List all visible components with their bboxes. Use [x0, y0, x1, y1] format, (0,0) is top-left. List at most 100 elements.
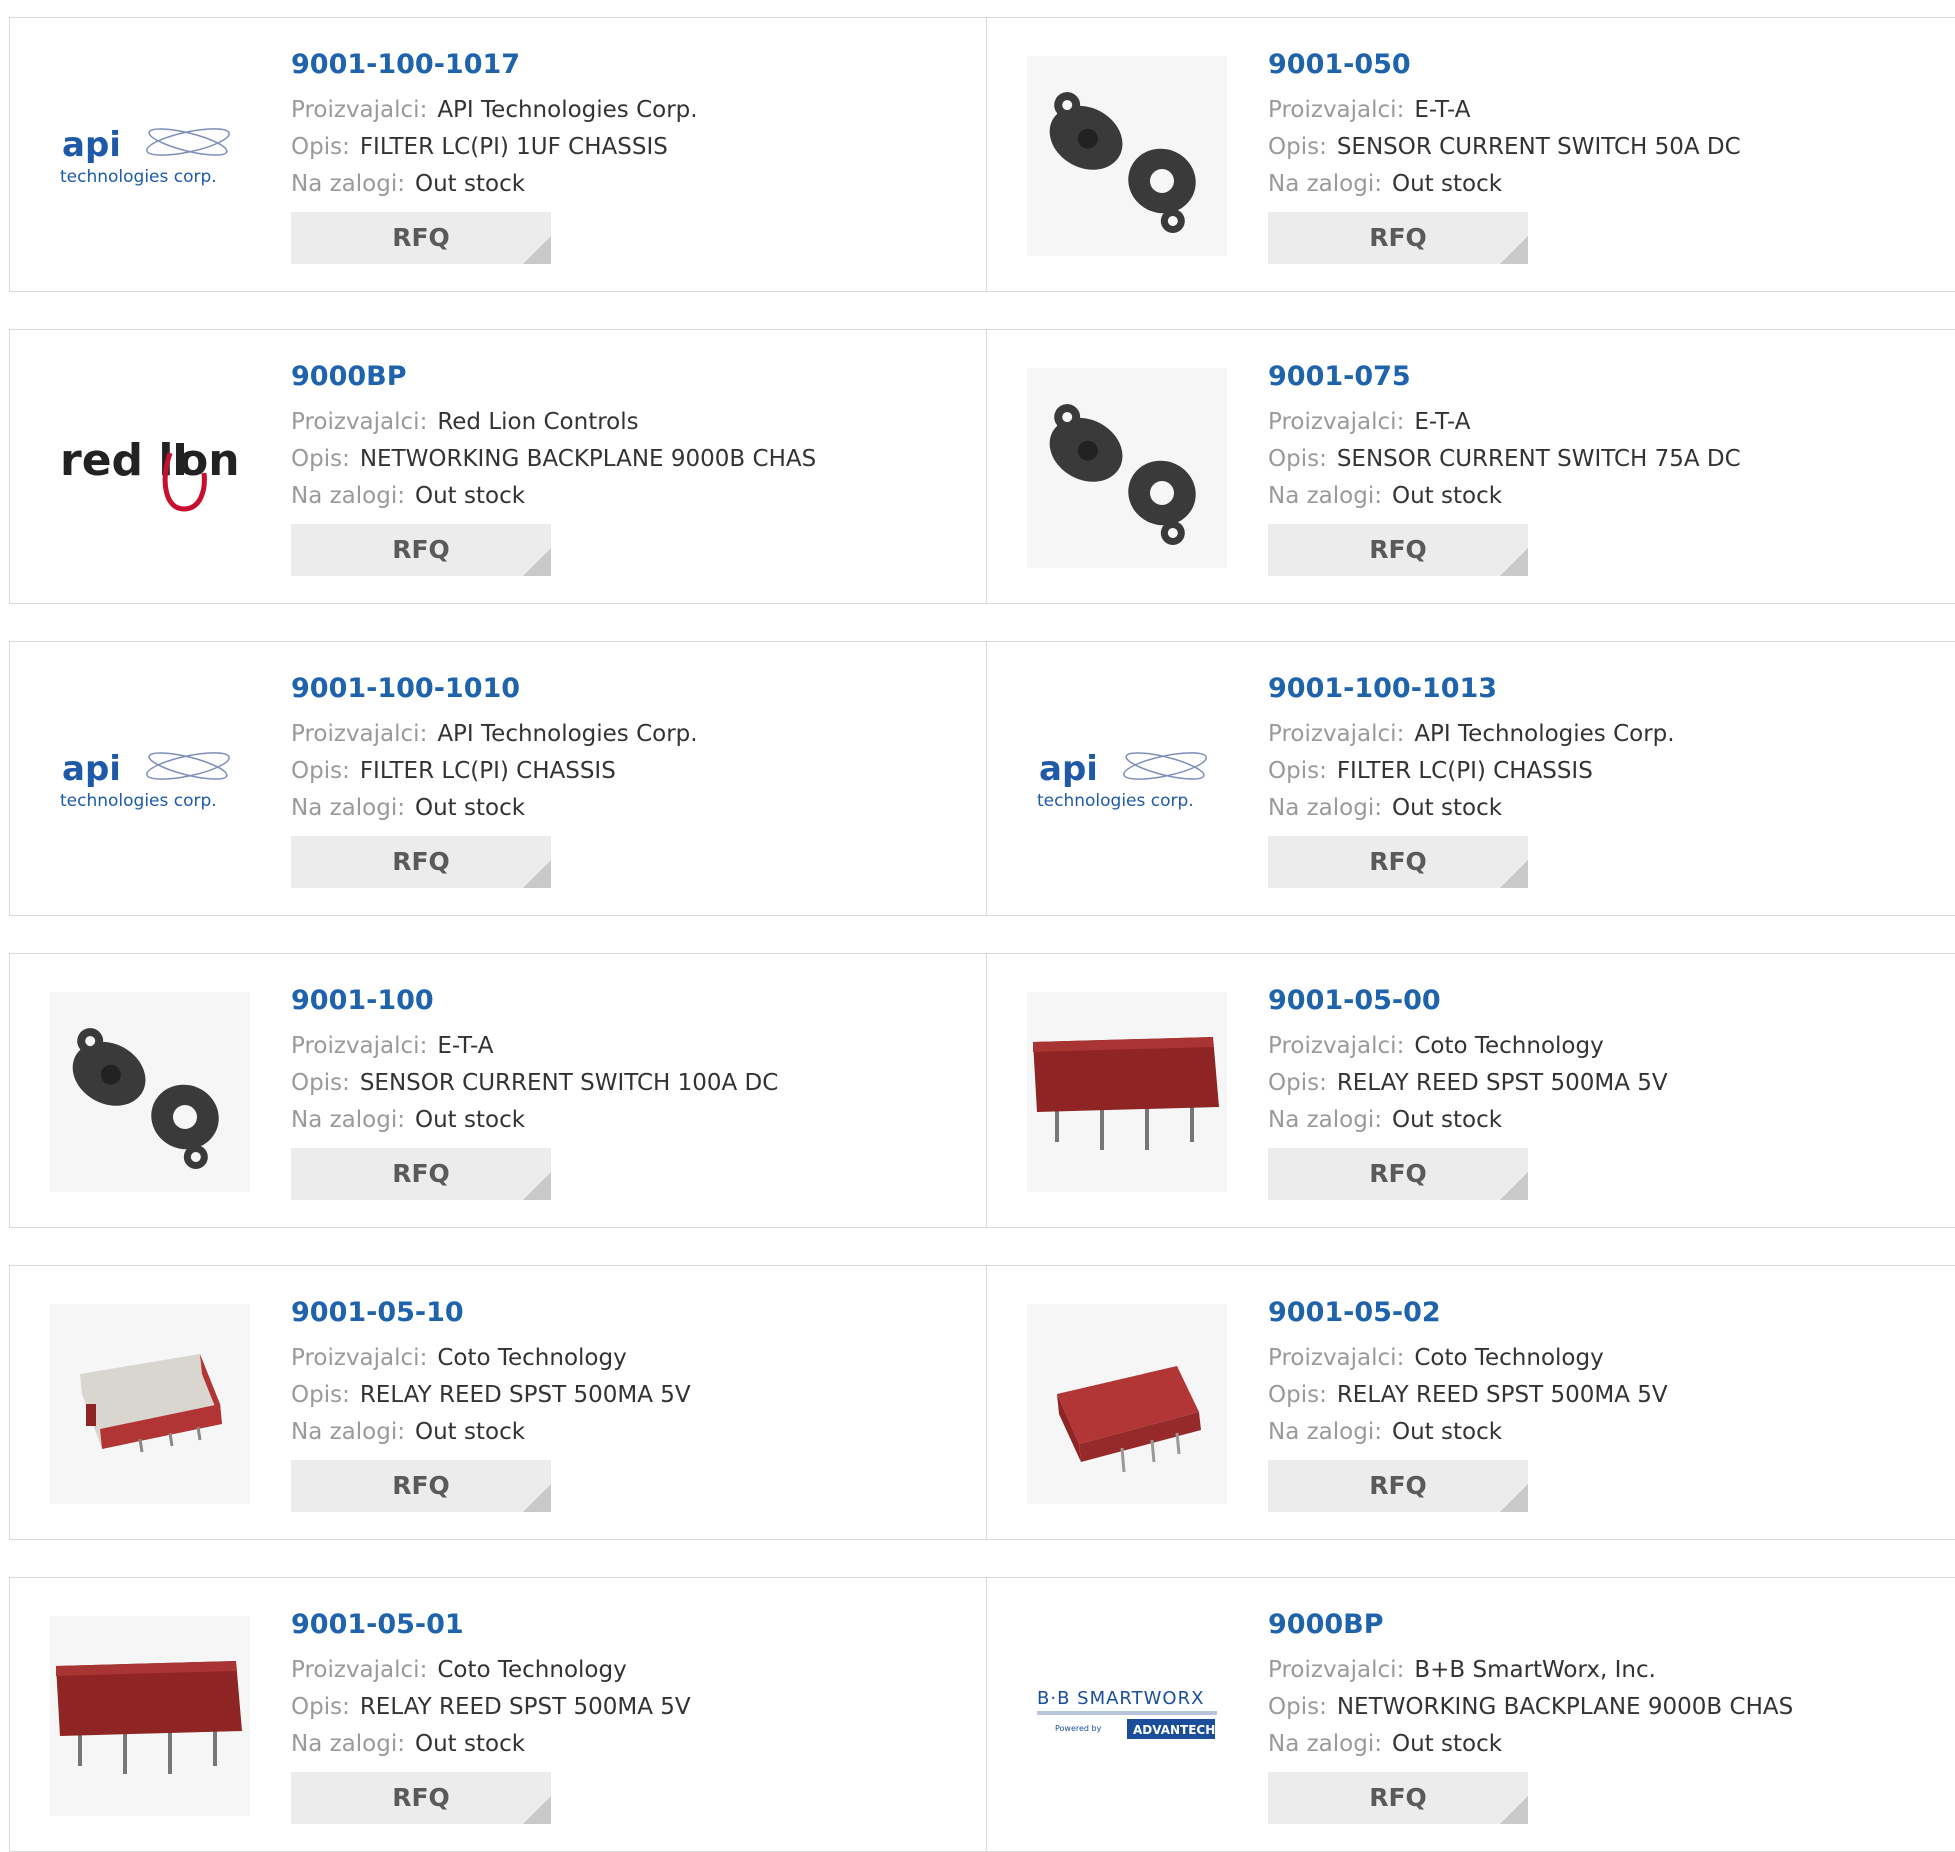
product-info: 9001-05-02 Proizvajalci: Coto Technology …: [1268, 1296, 1928, 1512]
part-number-link[interactable]: 9001-05-10: [291, 1296, 951, 1340]
reed-relay-side-photo[interactable]: [1027, 992, 1227, 1192]
description-value: RELAY REED SPST 500MA 5V: [1336, 1382, 1668, 1408]
stock-label: Na zalogi:: [291, 483, 405, 509]
description-label: Opis:: [1268, 1070, 1327, 1096]
rfq-button[interactable]: RFQ: [1268, 1772, 1528, 1824]
rfq-button[interactable]: RFQ: [291, 212, 551, 264]
stock-label: Na zalogi:: [1268, 1419, 1382, 1445]
product-row: api technologies corp. 9001-100-1017 Pro…: [9, 17, 1955, 292]
manufacturer-value: E-T-A: [1414, 409, 1471, 435]
rfq-button[interactable]: RFQ: [1268, 524, 1528, 576]
manufacturer-label: Proizvajalci:: [291, 97, 428, 123]
stock-line: Na zalogi: Out stock: [1268, 1414, 1928, 1451]
rfq-button-label: RFQ: [1369, 847, 1427, 876]
part-number-link[interactable]: 9000BP: [291, 360, 951, 404]
corner-triangle-icon: [1500, 860, 1528, 888]
rfq-button[interactable]: RFQ: [291, 524, 551, 576]
api-logo-subtitle: technologies corp.: [60, 791, 217, 811]
rfq-button-label: RFQ: [1369, 223, 1427, 252]
description-value: RELAY REED SPST 500MA 5V: [1336, 1070, 1668, 1096]
manufacturer-value: E-T-A: [1414, 97, 1471, 123]
rfq-button[interactable]: RFQ: [291, 1148, 551, 1200]
stock-line: Na zalogi: Out stock: [291, 790, 951, 827]
stock-label: Na zalogi:: [1268, 1731, 1382, 1757]
product-card: 9001-05-01 Proizvajalci: Coto Technology …: [9, 1578, 986, 1851]
product-info: 9001-100 Proizvajalci: E-T-A Opis: SENSOR …: [291, 984, 951, 1200]
manufacturer-label: Proizvajalci:: [1268, 97, 1405, 123]
part-number-link[interactable]: 9001-100-1013: [1268, 672, 1928, 716]
stock-line: Na zalogi: Out stock: [1268, 478, 1928, 515]
stock-value: Out stock: [414, 483, 526, 509]
reed-relay-side-photo[interactable]: [50, 1616, 250, 1816]
stock-value: Out stock: [1391, 1107, 1503, 1133]
product-card: 9001-075 Proizvajalci: E-T-A Opis: SENSOR …: [986, 330, 1955, 603]
product-info: 9001-100-1013 Proizvajalci: API Technolog…: [1268, 672, 1928, 888]
rfq-button[interactable]: RFQ: [1268, 212, 1528, 264]
manufacturer-line: Proizvajalci: API Technologies Corp.: [1268, 716, 1928, 753]
product-card: 9001-05-02 Proizvajalci: Coto Technology …: [986, 1266, 1955, 1539]
current-sensor-photo[interactable]: [1027, 368, 1227, 568]
stock-value: Out stock: [1391, 171, 1503, 197]
stock-label: Na zalogi:: [1268, 483, 1382, 509]
reed-relay-grey-photo[interactable]: [50, 1304, 250, 1504]
product-info: 9000BP Proizvajalci: Red Lion Controls Op…: [291, 360, 951, 576]
part-number-link[interactable]: 9001-05-00: [1268, 984, 1928, 1028]
reed-relay-red-photo[interactable]: [1027, 1304, 1227, 1504]
manufacturer-value: Coto Technology: [1414, 1345, 1604, 1371]
rfq-button[interactable]: RFQ: [1268, 1460, 1528, 1512]
rfq-button-label: RFQ: [392, 223, 450, 252]
description-value: NETWORKING BACKPLANE 9000B CHAS: [1336, 1694, 1794, 1720]
description-value: FILTER LC(PI) 1UF CHASSIS: [359, 134, 668, 160]
current-sensor-photo[interactable]: [1027, 56, 1227, 256]
rfq-button-label: RFQ: [1369, 1783, 1427, 1812]
manufacturer-line: Proizvajalci: API Technologies Corp.: [291, 92, 951, 129]
part-number-link[interactable]: 9000BP: [1268, 1608, 1928, 1652]
corner-triangle-icon: [523, 548, 551, 576]
bb-smartworx-logo[interactable]: B·B SMARTWORX Powered by ADVANTECH: [1027, 1616, 1227, 1816]
description-label: Opis:: [1268, 134, 1327, 160]
manufacturer-line: Proizvajalci: E-T-A: [1268, 404, 1928, 441]
stock-value: Out stock: [414, 1731, 526, 1757]
api-logo[interactable]: api technologies corp.: [50, 680, 250, 880]
description-line: Opis: SENSOR CURRENT SWITCH 75A DC: [1268, 441, 1928, 478]
product-row: 9001-05-10 Proizvajalci: Coto Technology …: [9, 1265, 1955, 1540]
manufacturer-label: Proizvajalci:: [1268, 409, 1405, 435]
red-lion-logo[interactable]: red l on: [50, 368, 250, 568]
manufacturer-value: Red Lion Controls: [437, 409, 639, 435]
rfq-button[interactable]: RFQ: [291, 1460, 551, 1512]
product-row: 9001-100 Proizvajalci: E-T-A Opis: SENSOR …: [9, 953, 1955, 1228]
part-number-link[interactable]: 9001-100: [291, 984, 951, 1028]
rfq-button[interactable]: RFQ: [1268, 1148, 1528, 1200]
stock-label: Na zalogi:: [1268, 795, 1382, 821]
corner-triangle-icon: [523, 1796, 551, 1824]
stock-line: Na zalogi: Out stock: [291, 1726, 951, 1763]
manufacturer-value: API Technologies Corp.: [437, 721, 698, 747]
rfq-button[interactable]: RFQ: [291, 836, 551, 888]
product-card: B·B SMARTWORX Powered by ADVANTECH 9000B…: [986, 1578, 1955, 1851]
manufacturer-label: Proizvajalci:: [1268, 1345, 1405, 1371]
manufacturer-label: Proizvajalci:: [1268, 1657, 1405, 1683]
product-info: 9001-100-1010 Proizvajalci: API Technolog…: [291, 672, 951, 888]
part-number-link[interactable]: 9001-05-01: [291, 1608, 951, 1652]
api-logo[interactable]: api technologies corp.: [1027, 680, 1227, 880]
description-label: Opis:: [1268, 1382, 1327, 1408]
rfq-button-label: RFQ: [1369, 535, 1427, 564]
corner-triangle-icon: [523, 236, 551, 264]
description-value: FILTER LC(PI) CHASSIS: [359, 758, 616, 784]
stock-label: Na zalogi:: [291, 1107, 405, 1133]
part-number-link[interactable]: 9001-075: [1268, 360, 1928, 404]
rfq-button[interactable]: RFQ: [291, 1772, 551, 1824]
api-logo-text: api: [62, 749, 121, 789]
part-number-link[interactable]: 9001-050: [1268, 48, 1928, 92]
part-number-link[interactable]: 9001-100-1010: [291, 672, 951, 716]
current-sensor-photo[interactable]: [50, 992, 250, 1192]
part-number-link[interactable]: 9001-100-1017: [291, 48, 951, 92]
part-number-link[interactable]: 9001-05-02: [1268, 1296, 1928, 1340]
description-line: Opis: NETWORKING BACKPLANE 9000B CHAS: [1268, 1689, 1928, 1726]
rfq-button[interactable]: RFQ: [1268, 836, 1528, 888]
description-line: Opis: SENSOR CURRENT SWITCH 50A DC: [1268, 129, 1928, 166]
manufacturer-label: Proizvajalci:: [1268, 721, 1405, 747]
description-line: Opis: FILTER LC(PI) 1UF CHASSIS: [291, 129, 951, 166]
manufacturer-value: B+B SmartWorx, Inc.: [1414, 1657, 1656, 1683]
api-logo[interactable]: api technologies corp.: [50, 56, 250, 256]
